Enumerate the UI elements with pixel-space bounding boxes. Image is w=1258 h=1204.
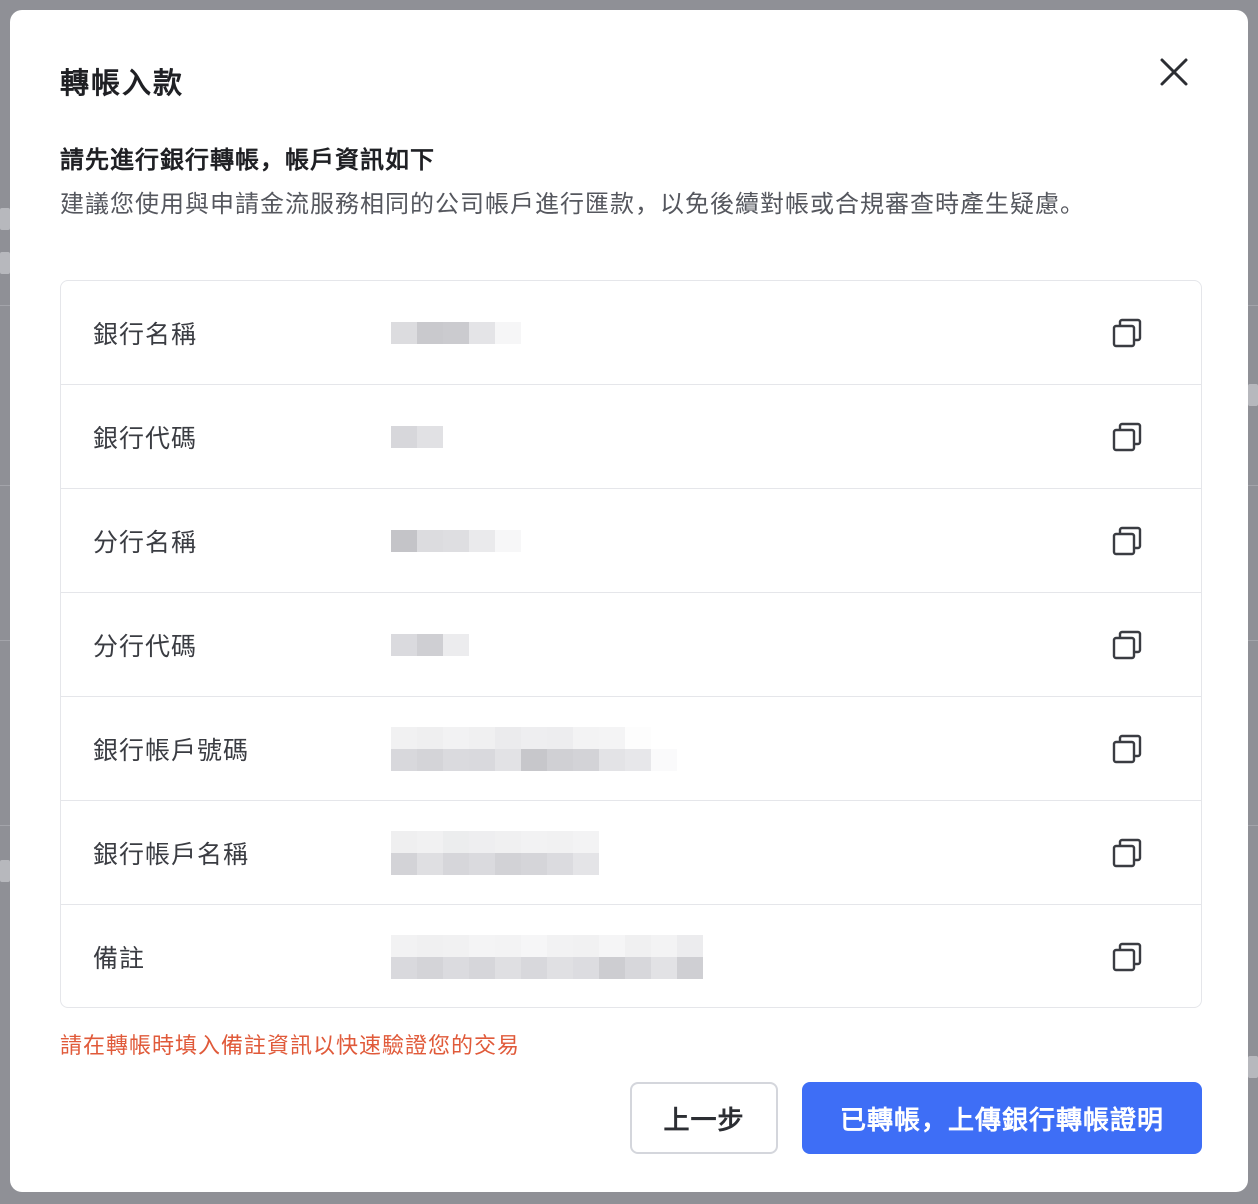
backdrop-text-fragment — [0, 208, 10, 230]
row-label-bank-code: 銀行代碼 — [93, 423, 198, 453]
backdrop-text-fragment — [1248, 384, 1258, 406]
close-button[interactable] — [1156, 54, 1192, 90]
upload-proof-button[interactable]: 已轉帳，上傳銀行轉帳證明 — [802, 1082, 1202, 1154]
row-label-remark: 備註 — [93, 944, 146, 973]
table-row: 銀行帳戶號碼 — [61, 697, 1201, 801]
copy-icon — [1112, 838, 1142, 867]
row-label-branch-name: 分行名稱 — [93, 527, 198, 557]
row-value-bank-code — [391, 385, 443, 488]
copy-icon — [1112, 734, 1142, 763]
remark-warning-note: 請在轉帳時填入備註資訊以快速驗證您的交易 — [60, 1034, 521, 1059]
redacted-value — [391, 830, 599, 875]
row-value-branch-code — [391, 593, 469, 696]
transfer-modal: 轉帳入款 請先進行銀行轉帳，帳戶資訊如下 建議您使用與申請金流服務相同的公司帳戶… — [10, 10, 1248, 1192]
table-row: 分行名稱 — [61, 489, 1201, 593]
redacted-value — [391, 425, 443, 448]
row-value-branch-name — [391, 489, 521, 592]
copy-button-bank-code[interactable] — [1109, 419, 1145, 455]
copy-button-bank-name[interactable] — [1109, 315, 1145, 351]
row-value-account-name — [391, 801, 599, 904]
copy-button-branch-code[interactable] — [1109, 627, 1145, 663]
intro-heading: 請先進行銀行轉帳，帳戶資訊如下 — [60, 146, 435, 174]
table-row: 備註 — [61, 905, 1201, 1007]
backdrop-text-fragment — [1248, 1056, 1258, 1078]
modal-title: 轉帳入款 — [60, 66, 185, 100]
row-label-bank-name: 銀行名稱 — [93, 319, 198, 349]
copy-icon — [1112, 422, 1142, 451]
redacted-value — [391, 726, 677, 771]
row-label-branch-code: 分行代碼 — [93, 631, 198, 661]
close-icon — [1160, 58, 1188, 86]
copy-button-branch-name[interactable] — [1109, 523, 1145, 559]
redacted-value — [391, 529, 521, 552]
copy-icon — [1112, 526, 1142, 555]
row-value-account-number — [391, 697, 677, 800]
bank-info-table: 銀行名稱 銀行代碼 分行名稱 分行代碼 銀行帳戶號碼 銀行帳戶名稱 備註 — [60, 280, 1202, 1008]
back-button[interactable]: 上一步 — [630, 1082, 778, 1154]
copy-icon — [1112, 630, 1142, 659]
row-label-account-number: 銀行帳戶號碼 — [93, 735, 250, 765]
table-row: 銀行名稱 — [61, 281, 1201, 385]
redacted-value — [391, 935, 703, 979]
backdrop-text-fragment — [0, 252, 10, 274]
redacted-value — [391, 321, 521, 344]
copy-icon — [1112, 318, 1142, 347]
row-value-bank-name — [391, 281, 521, 384]
row-value-remark — [391, 905, 703, 1007]
intro-description: 建議您使用與申請金流服務相同的公司帳戶進行匯款，以免後續對帳或合規審查時產生疑慮… — [60, 190, 1085, 218]
copy-button-account-name[interactable] — [1109, 835, 1145, 871]
copy-button-remark[interactable] — [1109, 939, 1145, 975]
copy-icon — [1112, 942, 1142, 972]
copy-button-account-number[interactable] — [1109, 731, 1145, 767]
redacted-value — [391, 633, 469, 656]
table-row: 銀行帳戶名稱 — [61, 801, 1201, 905]
row-label-account-name: 銀行帳戶名稱 — [93, 839, 250, 869]
backdrop-text-fragment — [0, 860, 10, 882]
table-row: 銀行代碼 — [61, 385, 1201, 489]
table-row: 分行代碼 — [61, 593, 1201, 697]
